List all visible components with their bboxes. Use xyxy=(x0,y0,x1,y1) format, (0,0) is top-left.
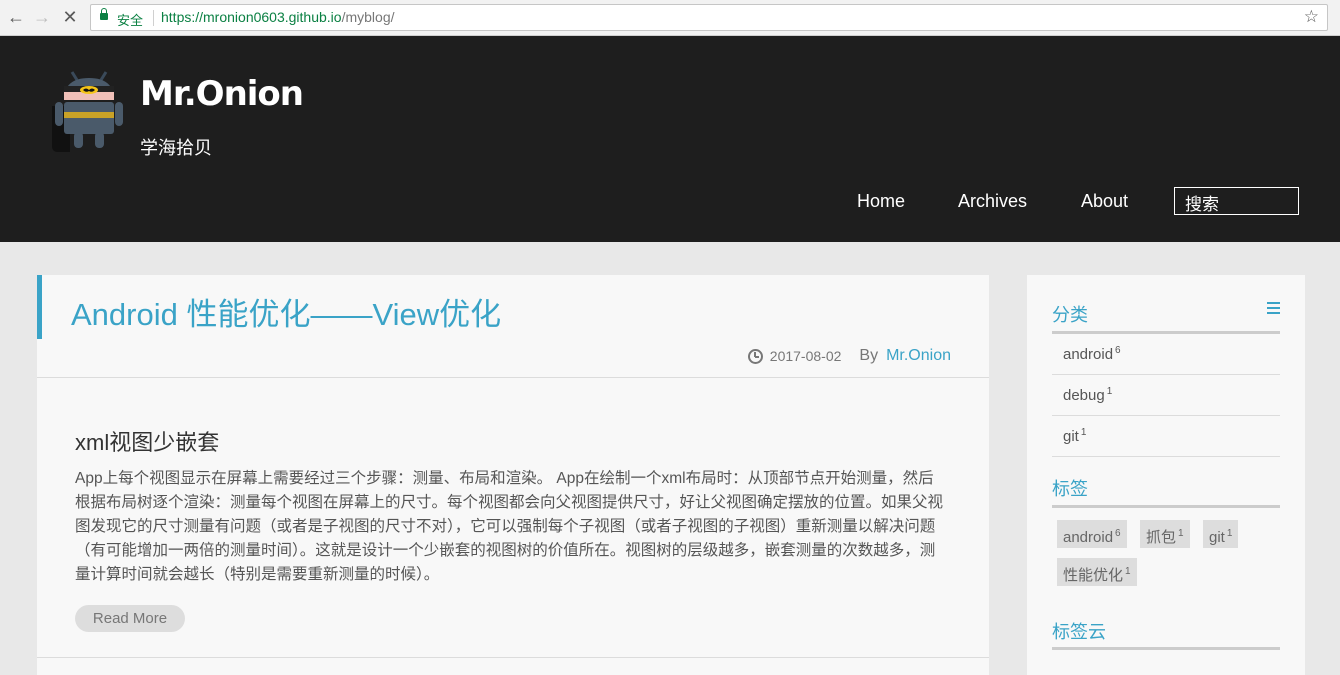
category-count: 1 xyxy=(1106,386,1113,397)
tags-rule xyxy=(1052,505,1280,508)
tag-count: 1 xyxy=(1125,566,1131,577)
secure-label: 安全 xyxy=(117,13,144,28)
tag-count: 6 xyxy=(1115,528,1121,539)
category-item[interactable]: debug 1 xyxy=(1052,375,1280,416)
tag-name: git xyxy=(1209,529,1225,546)
menu-list-icon[interactable] xyxy=(1267,302,1280,314)
address-separator xyxy=(153,10,154,26)
tag-cloud-heading: 标签云 xyxy=(1052,622,1106,642)
forward-arrow-icon[interactable]: → xyxy=(32,7,52,27)
category-item[interactable]: android 6 xyxy=(1052,334,1280,375)
url-host: https://mronion0603.github.io xyxy=(161,9,342,25)
browser-toolbar: ← → ✕ 安全 https://mronion0603.github.io/m… xyxy=(0,0,1340,36)
nav-about[interactable]: About xyxy=(1081,191,1128,212)
category-count: 1 xyxy=(1080,427,1087,438)
post-excerpt: App上每个视图显示在屏幕上需要经过三个步骤：测量、布局和渲染。 App在绘制一… xyxy=(75,470,944,583)
article-date: 2017-08-02 xyxy=(769,348,842,364)
tag-chip[interactable]: 性能优化 1 xyxy=(1057,558,1137,586)
tag-chip[interactable]: 抓包 1 xyxy=(1140,520,1190,548)
tag-name: 性能优化 xyxy=(1063,567,1124,584)
tag-name: 抓包 xyxy=(1146,529,1177,546)
category-count: 6 xyxy=(1115,345,1121,356)
article-title[interactable]: Android 性能优化——View优化 xyxy=(71,289,501,334)
article-bottom-divider xyxy=(37,657,989,658)
nav-home[interactable]: Home xyxy=(857,191,905,212)
tag-chip[interactable]: android 6 xyxy=(1057,520,1127,548)
tag-count: 1 xyxy=(1226,528,1233,539)
category-name: git xyxy=(1063,428,1079,445)
tag-name: android xyxy=(1063,529,1114,546)
category-item[interactable]: git 1 xyxy=(1052,416,1280,457)
tag-cloud-rule xyxy=(1052,647,1280,650)
tag-count: 1 xyxy=(1178,528,1184,539)
article-card: Android 性能优化——View优化 2017-08-02 By Mr.On… xyxy=(37,275,989,675)
back-arrow-icon[interactable]: ← xyxy=(6,7,26,27)
site-tagline: 学海拾贝 xyxy=(140,138,212,158)
bookmark-star-icon[interactable]: ☆ xyxy=(1304,7,1319,27)
address-bar[interactable]: 安全 https://mronion0603.github.io/myblog/… xyxy=(90,4,1328,31)
article-author-link[interactable]: Mr.Onion xyxy=(886,347,951,365)
article-accent-bar xyxy=(37,275,42,339)
sidebar: 分类 android 6 debug 1 git 1 标签 android 6 抓包 1 … xyxy=(1027,275,1305,675)
categories-heading: 分类 xyxy=(1052,305,1088,325)
category-name: debug xyxy=(1063,387,1105,404)
url-path: /myblog/ xyxy=(341,9,395,25)
url-text[interactable]: https://mronion0603.github.io/myblog/ xyxy=(161,9,395,25)
post-heading: xml视图少嵌套 xyxy=(75,430,220,455)
read-more-button[interactable]: Read More xyxy=(75,605,185,632)
article-by-label: By xyxy=(859,347,879,364)
search-input[interactable]: 搜索 xyxy=(1174,187,1299,215)
nav-archives[interactable]: Archives xyxy=(958,191,1027,212)
stop-loading-icon[interactable]: ✕ xyxy=(60,7,80,27)
article-meta: 2017-08-02 By Mr.Onion xyxy=(747,347,951,365)
tags-heading: 标签 xyxy=(1052,479,1088,499)
clock-icon xyxy=(747,348,763,364)
site-header: Mr.Onion 学海拾贝 Home Archives About 搜索 xyxy=(0,36,1340,242)
article-divider xyxy=(37,377,989,378)
category-name: android xyxy=(1063,346,1114,363)
lock-icon xyxy=(100,8,108,20)
batdroid-logo-icon[interactable] xyxy=(50,66,128,154)
site-brand[interactable]: Mr.Onion xyxy=(140,74,304,114)
tag-chip[interactable]: git 1 xyxy=(1203,520,1239,548)
